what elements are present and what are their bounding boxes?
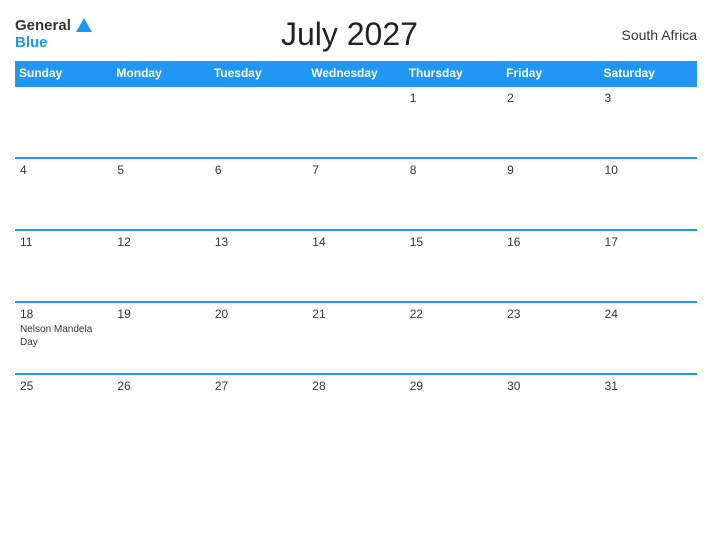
day-number: 1 [410, 91, 497, 105]
day-number: 21 [312, 307, 399, 321]
calendar-day-cell: 22 [405, 302, 502, 374]
calendar-day-cell: 26 [112, 374, 209, 446]
day-number: 14 [312, 235, 399, 249]
calendar-day-cell: 4 [15, 158, 112, 230]
calendar-week-row: 11 12 13 14 15 16 17 [15, 230, 697, 302]
calendar-day-header: Thursday [405, 61, 502, 86]
day-number: 18 [20, 307, 107, 321]
day-number: 30 [507, 379, 594, 393]
calendar-header-row: SundayMondayTuesdayWednesdayThursdayFrid… [15, 61, 697, 86]
day-number: 13 [215, 235, 302, 249]
calendar-day-cell: 19 [112, 302, 209, 374]
day-number: 26 [117, 379, 204, 393]
logo-triangle-icon [76, 18, 92, 32]
day-number: 3 [605, 91, 692, 105]
calendar-day-cell [15, 86, 112, 158]
calendar-day-header: Saturday [600, 61, 697, 86]
header: General Blue July 2027 South Africa [15, 10, 697, 57]
day-number: 22 [410, 307, 497, 321]
day-number: 4 [20, 163, 107, 177]
calendar-table: SundayMondayTuesdayWednesdayThursdayFrid… [15, 61, 697, 446]
calendar-day-cell: 7 [307, 158, 404, 230]
calendar-week-row: 18 Nelson Mandela Day 19 20 21 22 23 24 [15, 302, 697, 374]
calendar-day-cell [112, 86, 209, 158]
calendar-day-cell: 17 [600, 230, 697, 302]
day-number: 6 [215, 163, 302, 177]
calendar-day-cell: 1 [405, 86, 502, 158]
day-number: 5 [117, 163, 204, 177]
calendar-day-cell: 14 [307, 230, 404, 302]
calendar-day-cell [307, 86, 404, 158]
day-number: 19 [117, 307, 204, 321]
calendar-day-cell: 13 [210, 230, 307, 302]
calendar-day-header: Tuesday [210, 61, 307, 86]
calendar-day-header: Sunday [15, 61, 112, 86]
calendar-day-header: Wednesday [307, 61, 404, 86]
calendar-week-row: 456789 10 [15, 158, 697, 230]
calendar-day-cell: 3 [600, 86, 697, 158]
calendar-day-cell: 11 [15, 230, 112, 302]
day-number: 15 [410, 235, 497, 249]
calendar-day-cell: 12 [112, 230, 209, 302]
calendar-day-cell: 10 [600, 158, 697, 230]
calendar-day-cell: 28 [307, 374, 404, 446]
calendar-day-cell: 29 [405, 374, 502, 446]
day-number: 31 [605, 379, 692, 393]
calendar-week-row: 25 26 27 28 29 30 31 [15, 374, 697, 446]
calendar-title: July 2027 [92, 16, 607, 53]
logo: General Blue [15, 18, 92, 51]
calendar-day-header: Monday [112, 61, 209, 86]
day-number: 8 [410, 163, 497, 177]
day-number: 2 [507, 91, 594, 105]
calendar-day-cell: 20 [210, 302, 307, 374]
day-number: 12 [117, 235, 204, 249]
calendar-day-cell: 5 [112, 158, 209, 230]
calendar-day-cell [210, 86, 307, 158]
day-number: 27 [215, 379, 302, 393]
calendar-day-cell: 9 [502, 158, 599, 230]
calendar-day-cell: 30 [502, 374, 599, 446]
day-number: 10 [605, 163, 692, 177]
day-number: 9 [507, 163, 594, 177]
calendar-day-cell: 2 [502, 86, 599, 158]
calendar-day-cell: 27 [210, 374, 307, 446]
calendar-week-row: 123 [15, 86, 697, 158]
logo-general-text: General [15, 18, 71, 35]
day-number: 20 [215, 307, 302, 321]
day-number: 28 [312, 379, 399, 393]
calendar-day-cell: 31 [600, 374, 697, 446]
day-number: 7 [312, 163, 399, 177]
calendar-day-cell: 24 [600, 302, 697, 374]
calendar-day-cell: 18 Nelson Mandela Day [15, 302, 112, 374]
calendar-day-header: Friday [502, 61, 599, 86]
day-number: 29 [410, 379, 497, 393]
day-number: 24 [605, 307, 692, 321]
calendar-day-cell: 8 [405, 158, 502, 230]
day-number: 16 [507, 235, 594, 249]
day-number: 17 [605, 235, 692, 249]
day-number: 11 [20, 235, 107, 249]
calendar-day-cell: 21 [307, 302, 404, 374]
logo-blue-text: Blue [15, 35, 48, 52]
calendar-day-cell: 16 [502, 230, 599, 302]
calendar-day-cell: 23 [502, 302, 599, 374]
day-event: Nelson Mandela Day [20, 323, 107, 349]
country-label: South Africa [607, 27, 697, 43]
calendar-day-cell: 6 [210, 158, 307, 230]
day-number: 25 [20, 379, 107, 393]
calendar-day-cell: 25 [15, 374, 112, 446]
calendar-day-cell: 15 [405, 230, 502, 302]
day-number: 23 [507, 307, 594, 321]
